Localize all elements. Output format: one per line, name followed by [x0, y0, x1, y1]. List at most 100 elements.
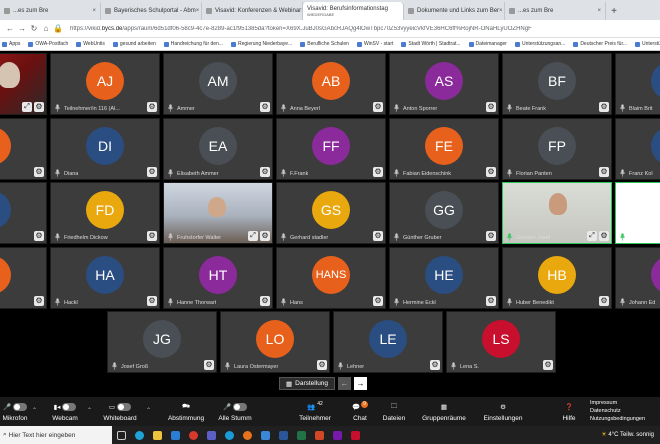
bookmark-item[interactable]: OWA-Postfach [28, 41, 68, 47]
participant-tile[interactable]: ⤢ ⚙ [0, 53, 47, 115]
gruppenraeume-button[interactable]: ▦ Gruppenräume [416, 397, 472, 426]
powerpoint-icon[interactable] [310, 426, 328, 444]
participant-settings-icon[interactable]: ⚙ [486, 231, 496, 241]
skype-icon[interactable] [220, 426, 238, 444]
tab-close-icon[interactable]: × [597, 8, 601, 14]
excel-icon[interactable] [292, 426, 310, 444]
participant-tile[interactable]: Fruhstorfer Walter ⤢ ⚙ [163, 182, 273, 244]
participant-tile[interactable]: AB Anna Beyerl ⚙ [276, 53, 386, 115]
task-view-icon[interactable] [112, 426, 130, 444]
participant-settings-icon[interactable]: ⚙ [599, 231, 609, 241]
participant-tile[interactable]: HE Hermine Eckl ⚙ [389, 247, 499, 309]
participant-tile[interactable]: HANS Hans ⚙ [276, 247, 386, 309]
webcam-caret-icon[interactable]: ⌃ [87, 407, 92, 414]
participant-settings-icon[interactable]: ⚙ [599, 102, 609, 112]
prev-page-button[interactable]: ← [338, 377, 352, 390]
bookmark-item[interactable]: Apps [2, 41, 20, 47]
tab-close-icon[interactable]: × [499, 8, 503, 14]
participant-settings-icon[interactable]: ⚙ [260, 102, 270, 112]
browser-tab[interactable]: ...es zum Bre × [0, 2, 101, 20]
participant-settings-icon[interactable]: ⚙ [486, 296, 496, 306]
teams-icon[interactable] [202, 426, 220, 444]
browser-tab[interactable]: Visavid: Konferenzen & Webinar× [202, 2, 303, 20]
participant-tile[interactable]: GG Günther Gruber ⚙ [389, 182, 499, 244]
participant-tile[interactable]: DI Diana ⚙ [50, 118, 160, 180]
nutzungsbedingungen-link[interactable]: Nutzungsbedingungen [590, 415, 645, 423]
participant-settings-icon[interactable]: ⚙ [147, 231, 157, 241]
participant-tile[interactable]: AM Ammer ⚙ [163, 53, 273, 115]
mail-icon[interactable] [166, 426, 184, 444]
bookmark-item[interactable]: Handreichung für den... [163, 41, 223, 47]
new-tab-button[interactable]: + [606, 2, 622, 20]
mikrofon-caret-icon[interactable]: ⌃ [32, 407, 37, 414]
participant-settings-icon[interactable]: ⚙ [486, 102, 496, 112]
mikrofon-button[interactable]: 🎤 Mikrofon [0, 397, 30, 426]
teilnehmer-button[interactable]: 👥 42 Teilnehmer [294, 397, 336, 426]
participant-tile[interactable]: JG Josef Groß ⚙ [107, 311, 217, 373]
forward-icon[interactable]: → [16, 24, 28, 33]
participant-settings-icon[interactable]: ⚙ [317, 360, 327, 370]
participant-tile[interactable]: ⚙ [0, 118, 47, 180]
participant-tile[interactable]: FF F.Frank ⚙ [276, 118, 386, 180]
dateien-button[interactable]: 🗀 Dateien [378, 397, 410, 426]
participant-settings-icon[interactable]: ⚙ [430, 360, 440, 370]
mic-toggle[interactable] [13, 403, 28, 411]
participant-tile[interactable]: Günster Josef ⤢ ⚙ [502, 182, 612, 244]
chat-button[interactable]: 💬 9 Chat [348, 397, 372, 426]
datenschutz-link[interactable]: Datenschutz [590, 407, 645, 415]
participant-settings-icon[interactable]: ⚙ [373, 102, 383, 112]
photos-icon[interactable] [256, 426, 274, 444]
participant-settings-icon[interactable]: ⚙ [373, 167, 383, 177]
participant-settings-icon[interactable]: ⚙ [486, 167, 496, 177]
participant-settings-icon[interactable]: ⚙ [147, 296, 157, 306]
impressum-link[interactable]: Impressum [590, 399, 645, 407]
participant-settings-icon[interactable]: ⚙ [260, 231, 270, 241]
bookmark-item[interactable]: WebUntis [76, 41, 105, 47]
participant-tile[interactable]: GS Gerhard stadler ⚙ [276, 182, 386, 244]
participant-tile[interactable]: FE Fabian Eidenschink ⚙ [389, 118, 499, 180]
expand-video-icon[interactable]: ⤢ [248, 231, 258, 241]
tab-close-icon[interactable]: × [196, 8, 200, 14]
participant-tile[interactable]: JEJohann Ed⚙ [615, 247, 660, 309]
browser-tab[interactable]: Bayerisches Schulportal - Abm × [101, 2, 202, 20]
bookmark-item[interactable]: Stadt Wörth | Stadtrat... [401, 41, 461, 47]
participant-tile[interactable]: LS Lena S. ⚙ [446, 311, 556, 373]
bookmark-item[interactable]: gesund arbeiten [112, 41, 156, 47]
participant-settings-icon[interactable]: ⚙ [260, 296, 270, 306]
participant-tile[interactable]: AJ Teilnehmer/in 116 (Al... ⚙ [50, 53, 160, 115]
browser-tab[interactable]: Dokumente und Links zum Ber × [404, 2, 505, 20]
whiteboard-caret-icon[interactable]: ⌃ [146, 407, 151, 414]
whiteboard-toggle[interactable] [117, 403, 132, 411]
participant-tile[interactable]: FD Friedhelm Dickow ⚙ [50, 182, 160, 244]
bookmark-item[interactable]: Deutscher Preis für... [573, 41, 627, 47]
participant-settings-icon[interactable]: ⚙ [34, 231, 44, 241]
participant-settings-icon[interactable]: ⚙ [373, 231, 383, 241]
participant-tile[interactable]: HT Hanne Thorwart ⚙ [163, 247, 273, 309]
participant-settings-icon[interactable]: ⚙ [543, 360, 553, 370]
participant-settings-icon[interactable]: ⚙ [147, 167, 157, 177]
alle-stumm-button[interactable]: 🎤 Alle Stumm [214, 397, 256, 426]
participant-tile[interactable]: EA Elisabeth Ammer ⚙ [163, 118, 273, 180]
bookmark-item[interactable]: Berufliche Schulen [300, 41, 349, 47]
participant-tile[interactable]: BHBlaim Brit⚙ [615, 53, 660, 115]
taskbar-search[interactable]: ⌕ Hier Text hier eingeben [0, 426, 112, 444]
acrobat-icon[interactable] [346, 426, 364, 444]
chrome-icon[interactable] [184, 426, 202, 444]
back-icon[interactable]: ← [4, 24, 16, 33]
hilfe-button[interactable]: ❓ Hilfe [558, 397, 580, 426]
bookmark-item[interactable]: Regierung Niederbaye... [231, 41, 292, 47]
darstellung-button[interactable]: ▦ Darstellung [279, 377, 336, 390]
participant-tile[interactable]: AS Anton Sporrer ⚙ [389, 53, 499, 115]
edge-icon[interactable] [130, 426, 148, 444]
bookmark-item[interactable]: Dateimanager [468, 41, 507, 47]
explorer-icon[interactable] [148, 426, 166, 444]
next-page-button[interactable]: → [354, 377, 368, 390]
participant-tile[interactable]: ⚙ [0, 247, 47, 309]
participant-tile[interactable]: r⚙ [0, 182, 47, 244]
participant-settings-icon[interactable]: ⚙ [599, 167, 609, 177]
abstimmung-button[interactable]: 🗪 Abstimmung [163, 397, 209, 426]
participant-tile[interactable]: FP Florian Panten ⚙ [502, 118, 612, 180]
participant-settings-icon[interactable]: ⚙ [599, 296, 609, 306]
weather-widget[interactable]: ☀ 4°C Teilw. sonnig [601, 431, 654, 438]
bookmark-item[interactable]: Unterstützungsan... [514, 41, 565, 47]
